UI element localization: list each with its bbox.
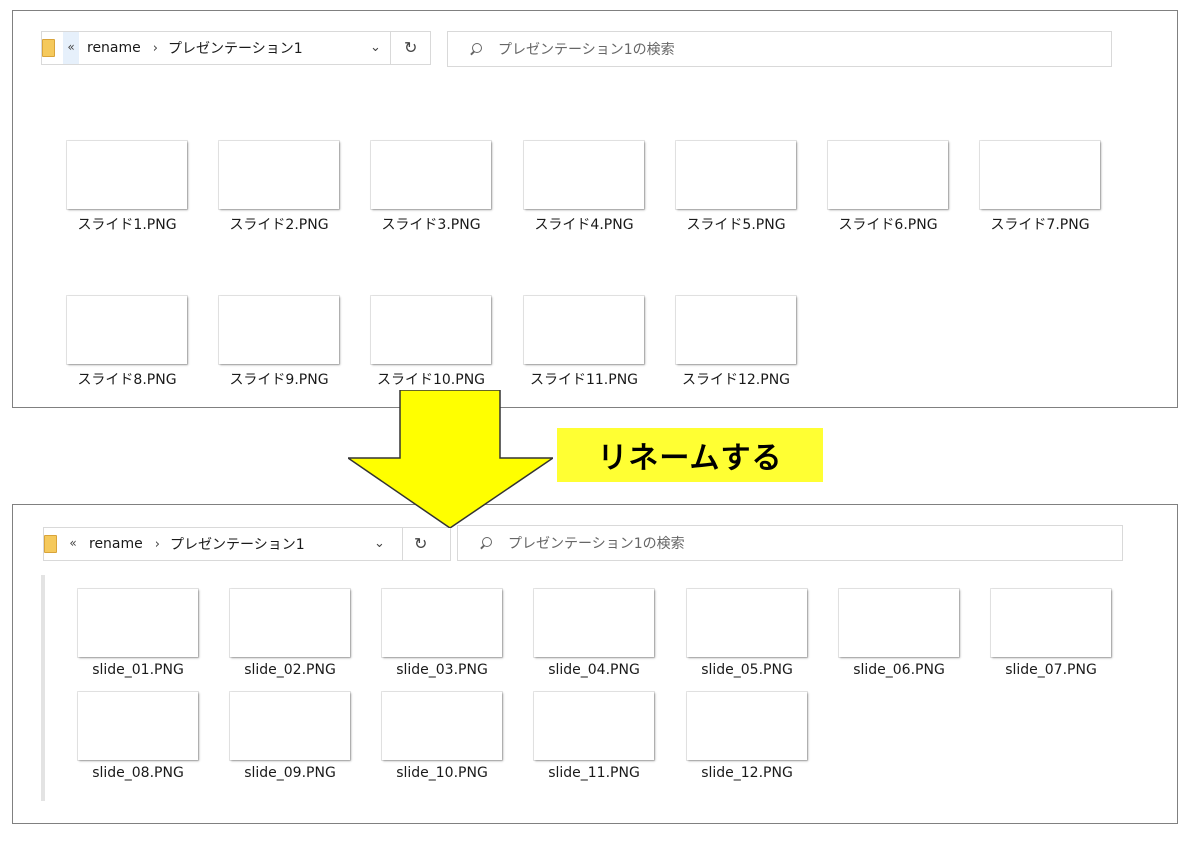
file-name[interactable]: スライド9.PNG: [204, 369, 354, 389]
breadcrumb-separator-icon[interactable]: ›: [153, 41, 158, 56]
address-bar[interactable]: « rename › プレゼンテーション1 ⌄ ↻: [43, 527, 451, 561]
breadcrumb-current[interactable]: プレゼンテーション1: [170, 534, 305, 554]
file-name[interactable]: スライド12.PNG: [661, 369, 811, 389]
folder-icon: [42, 39, 55, 57]
divider: [402, 528, 403, 560]
file-name[interactable]: slide_04.PNG: [519, 662, 669, 678]
back-chevrons-icon[interactable]: «: [65, 528, 81, 560]
file-name[interactable]: slide_10.PNG: [367, 765, 517, 781]
search-box[interactable]: プレゼンテーション1の検索: [457, 525, 1123, 561]
file-thumbnail[interactable]: [371, 296, 491, 364]
file-thumbnail[interactable]: [78, 692, 198, 760]
scrollbar[interactable]: [41, 575, 45, 801]
file-thumbnail[interactable]: [230, 589, 350, 657]
file-name[interactable]: slide_02.PNG: [215, 662, 365, 678]
file-name[interactable]: スライド11.PNG: [509, 369, 659, 389]
search-box[interactable]: プレゼンテーション1の検索: [447, 31, 1112, 67]
file-name[interactable]: slide_03.PNG: [367, 662, 517, 678]
search-placeholder: プレゼンテーション1の検索: [498, 42, 675, 58]
file-thumbnail[interactable]: [980, 141, 1100, 209]
file-thumbnail[interactable]: [382, 692, 502, 760]
file-name[interactable]: slide_09.PNG: [215, 765, 365, 781]
file-thumbnail[interactable]: [230, 692, 350, 760]
file-name[interactable]: slide_07.PNG: [976, 662, 1126, 678]
file-name[interactable]: slide_06.PNG: [824, 662, 974, 678]
search-placeholder: プレゼンテーション1の検索: [508, 536, 685, 552]
folder-icon: [44, 535, 57, 553]
file-name[interactable]: slide_12.PNG: [672, 765, 822, 781]
file-thumbnail[interactable]: [524, 296, 644, 364]
file-thumbnail[interactable]: [534, 692, 654, 760]
down-arrow-icon: [348, 390, 553, 528]
file-name[interactable]: スライド1.PNG: [52, 214, 202, 234]
file-name[interactable]: スライド10.PNG: [356, 369, 506, 389]
file-name[interactable]: スライド4.PNG: [509, 214, 659, 234]
file-thumbnail[interactable]: [219, 296, 339, 364]
back-chevrons-icon[interactable]: «: [63, 32, 79, 64]
file-thumbnail[interactable]: [524, 141, 644, 209]
file-name[interactable]: slide_08.PNG: [63, 765, 213, 781]
explorer-window-before: « rename › プレゼンテーション1 ⌄ ↻ プレゼンテーション1の検索 …: [12, 10, 1178, 408]
divider: [390, 32, 391, 64]
file-name[interactable]: スライド6.PNG: [813, 214, 963, 234]
file-thumbnail[interactable]: [687, 692, 807, 760]
file-thumbnail[interactable]: [78, 589, 198, 657]
search-icon: [470, 43, 482, 55]
breadcrumb-root[interactable]: rename: [87, 40, 141, 56]
chevron-down-icon[interactable]: ⌄: [370, 40, 381, 55]
address-bar[interactable]: « rename › プレゼンテーション1 ⌄ ↻: [41, 31, 431, 65]
file-name[interactable]: スライド5.PNG: [661, 214, 811, 234]
file-name[interactable]: スライド7.PNG: [965, 214, 1115, 234]
file-thumbnail[interactable]: [67, 141, 187, 209]
search-icon: [480, 537, 492, 549]
callout-text: リネームする: [597, 441, 783, 476]
rename-callout: リネームする: [557, 428, 823, 482]
file-thumbnail[interactable]: [676, 296, 796, 364]
file-thumbnail[interactable]: [828, 141, 948, 209]
file-thumbnail[interactable]: [687, 589, 807, 657]
file-thumbnail[interactable]: [676, 141, 796, 209]
file-name[interactable]: スライド8.PNG: [52, 369, 202, 389]
file-thumbnail[interactable]: [839, 589, 959, 657]
file-thumbnail[interactable]: [991, 589, 1111, 657]
file-name[interactable]: スライド2.PNG: [204, 214, 354, 234]
refresh-icon[interactable]: ↻: [414, 534, 427, 553]
file-name[interactable]: slide_05.PNG: [672, 662, 822, 678]
file-thumbnail[interactable]: [67, 296, 187, 364]
file-thumbnail[interactable]: [534, 589, 654, 657]
file-name[interactable]: slide_11.PNG: [519, 765, 669, 781]
breadcrumb-separator-icon[interactable]: ›: [155, 537, 160, 552]
file-thumbnail[interactable]: [371, 141, 491, 209]
breadcrumb-current[interactable]: プレゼンテーション1: [168, 38, 303, 58]
chevron-down-icon[interactable]: ⌄: [374, 536, 385, 551]
refresh-icon[interactable]: ↻: [404, 38, 417, 57]
explorer-window-after: « rename › プレゼンテーション1 ⌄ ↻ プレゼンテーション1の検索 …: [12, 504, 1178, 824]
file-name[interactable]: slide_01.PNG: [63, 662, 213, 678]
file-thumbnail[interactable]: [382, 589, 502, 657]
file-name[interactable]: スライド3.PNG: [356, 214, 506, 234]
file-thumbnail[interactable]: [219, 141, 339, 209]
breadcrumb-root[interactable]: rename: [89, 536, 143, 552]
